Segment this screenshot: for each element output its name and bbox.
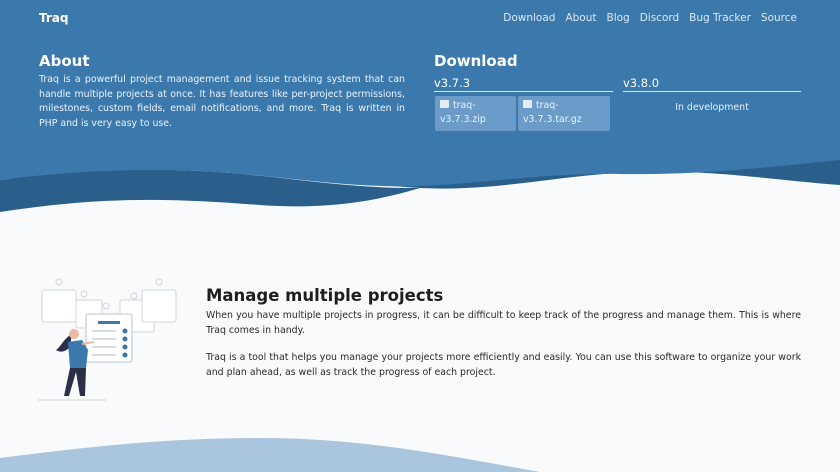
hero-section: Traq Download About Blog Discord Bug Tra… [0,0,840,230]
download-zip-button[interactable]: traq- v3.7.3.zip [435,96,516,131]
brand-logo[interactable]: Traq [39,11,68,25]
zip-label-line2: v3.7.3.zip [440,114,486,125]
dev-version-label: v3.8.0 [623,76,801,92]
about-text: Traq is a powerful project management an… [39,74,405,129]
nav-download[interactable]: Download [503,12,555,24]
archive-icon [440,100,449,108]
tar-label-line1: traq- [536,100,559,111]
bottom-wave-decoration [0,438,540,472]
tar-label-line2: v3.7.3.tar.gz [523,114,582,125]
download-tar-button[interactable]: traq- v3.7.3.tar.gz [518,96,610,131]
project-management-illustration [38,278,177,401]
nav-blog[interactable]: Blog [606,12,629,24]
about-heading: About [39,52,90,70]
nav-discord[interactable]: Discord [640,12,679,24]
nav-bug-tracker[interactable]: Bug Tracker [689,12,751,24]
download-heading: Download [434,52,518,70]
feature-heading: Manage multiple projects [206,286,444,305]
stable-version-label: v3.7.3 [434,76,613,92]
zip-label-line1: traq- [453,100,476,111]
feature-paragraph-2: Traq is a tool that helps you manage you… [206,352,801,378]
top-nav: Download About Blog Discord Bug Tracker … [503,12,797,24]
dev-note: In development [675,102,749,113]
feature-paragraph-1: When you have multiple projects in progr… [206,310,801,336]
nav-source[interactable]: Source [761,12,797,24]
archive-icon [523,100,532,108]
nav-about[interactable]: About [565,12,596,24]
